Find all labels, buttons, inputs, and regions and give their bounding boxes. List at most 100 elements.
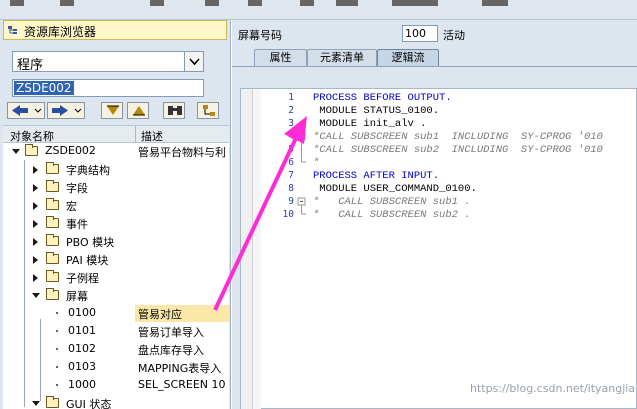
dropdown-button[interactable]: [184, 52, 203, 71]
tree-node-label: 屏幕: [66, 290, 88, 303]
tree-node-label: 0102: [68, 342, 96, 355]
editor-margin: [253, 89, 261, 409]
collapse-arrow-icon[interactable]: [33, 184, 38, 192]
collapse-arrow-icon[interactable]: [33, 202, 38, 210]
screen-number-label: 屏幕号码: [238, 29, 282, 42]
tree-node-label: PAI 模块: [66, 254, 109, 267]
tree-node[interactable]: ZSDE002 管易平台物料与利: [3, 143, 229, 160]
toolbar-button[interactable]: [10, 0, 24, 6]
fold-marker-icon: [297, 197, 306, 215]
folder-icon: [46, 198, 59, 210]
code-line[interactable]: MODULE STATUS_0100.: [313, 105, 439, 117]
toolbar-button[interactable]: [150, 0, 164, 6]
tree-leaf[interactable]: 1000 SEL_SCREEN 10: [3, 377, 229, 394]
tree-node-label: GUI 状态: [66, 398, 112, 409]
tree-node-desc: 管易平台物料与利: [138, 146, 226, 159]
arrow-right-icon: [52, 105, 82, 116]
tree-leaf[interactable]: 0103 MAPPING表导入: [3, 359, 229, 376]
code-comment[interactable]: * CALL SUBSCREEN sub1 .: [313, 196, 471, 208]
tab-element-list[interactable]: 元素清单: [307, 49, 377, 67]
arrow-left-icon: [12, 105, 42, 116]
column-description[interactable]: 描述: [141, 128, 163, 144]
toolbar-button[interactable]: [300, 0, 314, 6]
tree-node-desc: 管易订单导入: [138, 326, 204, 339]
code-line[interactable]: MODULE USER_COMMAND_0100.: [313, 183, 477, 195]
folder-icon: [46, 162, 59, 174]
binoculars-button[interactable]: [163, 102, 185, 119]
line-number: 7: [288, 170, 294, 181]
object-type-select[interactable]: 程序: [12, 51, 204, 73]
line-number: 1: [288, 92, 294, 103]
folder-icon: [46, 252, 59, 264]
expand-button[interactable]: [101, 102, 123, 119]
panel-title-bar: 资源库浏览器: [3, 20, 227, 40]
code-comment[interactable]: *: [313, 157, 319, 169]
expand-arrow-icon[interactable]: [32, 401, 40, 406]
leaf-bullet: [56, 312, 58, 314]
collapse-arrow-icon[interactable]: [33, 274, 38, 282]
tree-node[interactable]: PAI 模块: [3, 251, 229, 268]
forward-button[interactable]: [47, 102, 85, 119]
tab-attributes[interactable]: 属性: [254, 49, 307, 67]
collapse-button[interactable]: [127, 102, 149, 119]
collapse-arrow-icon[interactable]: [33, 238, 38, 246]
collapse-arrow-icon[interactable]: [33, 256, 38, 264]
tree-node[interactable]: 子例程: [3, 269, 229, 286]
code-line[interactable]: PROCESS BEFORE OUTPUT.: [313, 92, 452, 104]
collapse-arrow-icon[interactable]: [33, 166, 38, 174]
toolbar-button[interactable]: [60, 0, 74, 6]
binoculars-icon: [168, 106, 182, 115]
line-number: 2: [288, 105, 294, 116]
flow-logic-editor[interactable]: 1 2 3 4 5 6 7 8 9 10 PROCESS BEFORE OUTP…: [240, 88, 637, 409]
tree-node[interactable]: 屏幕: [3, 287, 229, 304]
code-comment[interactable]: *CALL SUBSCREEN sub1 INCLUDING SY-CPROG …: [313, 131, 603, 143]
tree-node[interactable]: 宏: [3, 197, 229, 214]
code-comment[interactable]: * CALL SUBSCREEN sub2 .: [313, 209, 471, 221]
tree-node-label: ZSDE002: [45, 144, 96, 157]
tree-node-label: 宏: [66, 200, 77, 213]
hierarchy-icon: [8, 26, 17, 34]
tree-node-label: 事件: [66, 218, 88, 231]
tree-node[interactable]: PBO 模块: [3, 233, 229, 250]
object-name-input[interactable]: ZSDE002: [12, 79, 204, 97]
leaf-bullet: [56, 348, 58, 350]
line-number: 6: [288, 157, 294, 168]
line-number: 3: [288, 118, 294, 129]
column-separator[interactable]: [135, 126, 136, 144]
object-type-value: 程序: [17, 58, 44, 73]
collapse-arrow-icon[interactable]: [33, 220, 38, 228]
code-line[interactable]: PROCESS AFTER INPUT.: [313, 170, 439, 182]
code-comment[interactable]: *CALL SUBSCREEN sub2 INCLUDING SY-CPROG …: [313, 144, 603, 156]
tree-node-label: 0101: [68, 324, 96, 337]
chevron-down-icon: [189, 58, 200, 66]
tree-leaf[interactable]: 0101 管易订单导入: [3, 323, 229, 340]
tree-node-desc: 管易对应: [138, 308, 182, 321]
tree-node-desc: 盘点库存导入: [138, 344, 204, 357]
leaf-bullet: [56, 366, 58, 368]
tree-node[interactable]: 字段: [3, 179, 229, 196]
tree-node[interactable]: 事件: [3, 215, 229, 232]
toolbar-button[interactable]: [482, 0, 508, 6]
object-tree: ZSDE002 管易平台物料与利 字典结构 字段 宏 事件 PBO 模块 PAI…: [3, 143, 229, 409]
toolbar-button[interactable]: [205, 0, 219, 6]
column-object-name[interactable]: 对象名称: [10, 128, 54, 144]
leaf-bullet: [56, 384, 58, 386]
tab-flow-logic[interactable]: 逻辑流: [377, 49, 439, 67]
toolbar-button[interactable]: [248, 0, 262, 6]
toolbar-button[interactable]: [392, 0, 438, 6]
toolbar-button[interactable]: [336, 0, 358, 6]
screen-number-field[interactable]: 100: [402, 25, 438, 42]
back-button[interactable]: [7, 102, 45, 119]
expand-arrow-icon[interactable]: [12, 149, 20, 154]
hierarchy-button[interactable]: [197, 102, 219, 119]
folder-icon: [25, 144, 38, 156]
line-number: 5: [288, 144, 294, 155]
code-line[interactable]: MODULE init_alv .: [313, 118, 426, 130]
expand-arrow-icon[interactable]: [32, 293, 40, 298]
tree-node[interactable]: 字典结构: [3, 161, 229, 178]
tree-node[interactable]: GUI 状态: [3, 395, 229, 409]
tree-leaf[interactable]: 0102 盘点库存导入: [3, 341, 229, 358]
tree-node-label: 1000: [68, 378, 96, 391]
editor-gutter: [241, 89, 253, 409]
tree-leaf[interactable]: 0100 管易对应: [3, 305, 229, 322]
